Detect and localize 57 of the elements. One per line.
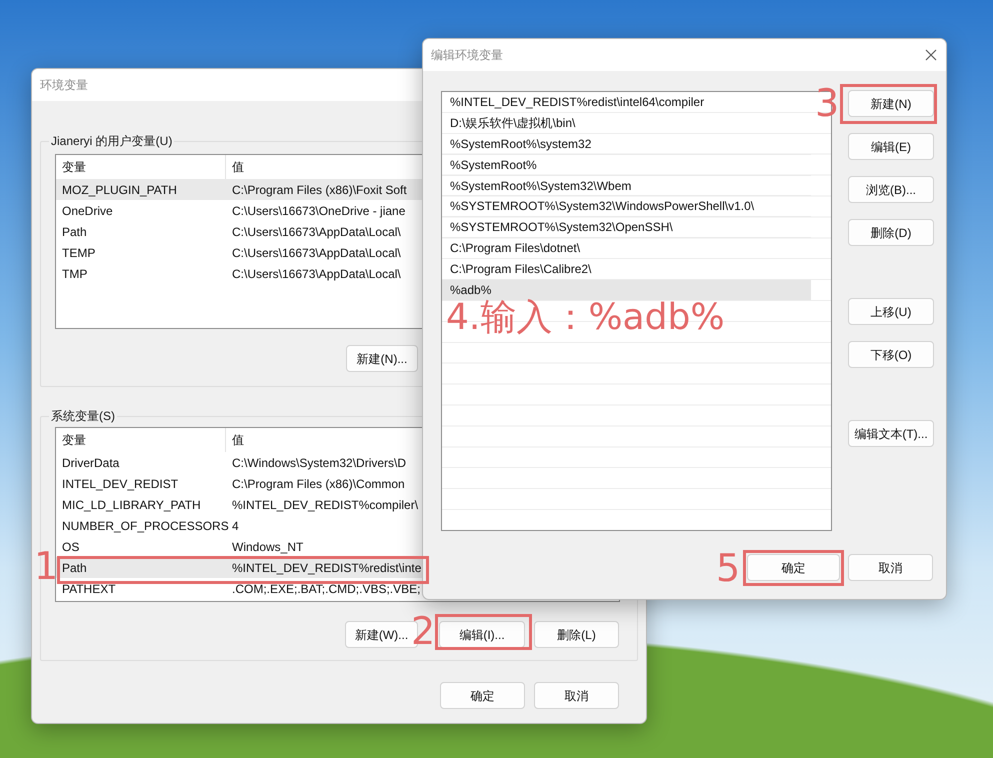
variable-name: DriverData xyxy=(61,454,120,472)
dialog-button[interactable]: 确定 xyxy=(440,682,525,709)
list-item[interactable]: %SystemRoot% xyxy=(442,154,811,176)
group-label: 系统变量(S) xyxy=(49,408,117,424)
column-header: 值 xyxy=(231,159,244,176)
variable-value: C:\Users\16673\OneDrive - jiane xyxy=(231,202,406,220)
annotation-text: 4.输入：%adb% xyxy=(446,300,725,336)
column-header: 值 xyxy=(231,432,244,449)
window-title: 环境变量 xyxy=(40,77,88,94)
variable-name: PATHEXT xyxy=(61,580,117,598)
variable-name: TEMP xyxy=(61,244,96,262)
dialog-button[interactable]: 浏览(B)... xyxy=(848,176,934,203)
variable-value: .COM;.EXE;.BAT;.CMD;.VBS;.VBE; xyxy=(231,580,420,598)
variable-value: C:\Program Files (x86)\Common xyxy=(231,476,405,492)
group-label: Jianeryi 的用户变量(U) xyxy=(49,133,174,149)
variable-name: OS xyxy=(61,538,80,556)
window-title: 编辑环境变量 xyxy=(431,47,503,64)
variable-value: %INTEL_DEV_REDIST%redist\inte xyxy=(231,560,422,576)
dialog-button[interactable]: 取消 xyxy=(848,554,933,581)
dialog-button[interactable]: 删除(D) xyxy=(848,219,934,246)
variable-name: Path xyxy=(61,224,88,240)
variable-value: %INTEL_DEV_REDIST%compiler\ xyxy=(231,496,418,514)
variable-name: NUMBER_OF_PROCESSORS xyxy=(61,518,226,534)
variable-name: INTEL_DEV_REDIST xyxy=(61,476,180,492)
dialog-button[interactable]: 确定 xyxy=(747,554,840,581)
list-item[interactable]: %SystemRoot%\system32 xyxy=(442,134,811,155)
dialog-button[interactable]: 上移(U) xyxy=(848,298,934,325)
dialog-button[interactable]: 删除(L) xyxy=(534,621,619,648)
dialog-button[interactable]: 下移(O) xyxy=(848,341,934,368)
variable-value: C:\Users\16673\AppData\Local\ xyxy=(231,244,401,262)
variable-value: 4 xyxy=(231,518,239,534)
variable-name: MOZ_PLUGIN_PATH xyxy=(61,182,178,198)
step-number: 1 xyxy=(34,547,58,585)
list-item[interactable]: %SYSTEMROOT%\System32\OpenSSH\ xyxy=(442,217,811,238)
list-item[interactable]: %INTEL_DEV_REDIST%redist\intel64\compiler xyxy=(442,92,811,113)
variable-name: TMP xyxy=(61,266,88,282)
new-button[interactable]: 新建(N)... xyxy=(346,345,418,372)
variable-name: OneDrive xyxy=(61,202,114,220)
list-item[interactable]: C:\Program Files\dotnet\ xyxy=(442,238,811,260)
variable-value: C:\Windows\System32\Drivers\D xyxy=(231,454,406,472)
dialog-button[interactable]: 编辑(E) xyxy=(848,133,934,160)
variable-value: Windows_NT xyxy=(231,538,304,556)
close-icon[interactable] xyxy=(925,49,937,61)
list-item[interactable]: %SYSTEMROOT%\System32\WindowsPowerShell\v1.0\ xyxy=(442,196,811,218)
variable-name: MIC_LD_LIBRARY_PATH xyxy=(61,496,202,514)
dialog-button[interactable]: 编辑文本(T)... xyxy=(848,420,934,447)
variable-value: C:\Users\16673\AppData\Local\ xyxy=(231,266,401,282)
list-item[interactable]: %SystemRoot%\System32\Wbem xyxy=(442,176,811,196)
variable-name: Path xyxy=(61,560,88,576)
dialog-button[interactable]: 取消 xyxy=(534,682,619,709)
dialog-button[interactable]: 编辑(I)... xyxy=(439,621,525,648)
list-item[interactable]: D:\娱乐软件\虚拟机\bin\ xyxy=(442,112,811,134)
variable-value: C:\Users\16673\AppData\Local\ xyxy=(231,224,401,240)
step-number: 5 xyxy=(716,549,740,587)
column-header: 变量 xyxy=(56,428,226,452)
dialog-button[interactable]: 新建(N) xyxy=(848,90,934,117)
variable-value: C:\Program Files (x86)\Foxit Soft xyxy=(231,182,407,198)
